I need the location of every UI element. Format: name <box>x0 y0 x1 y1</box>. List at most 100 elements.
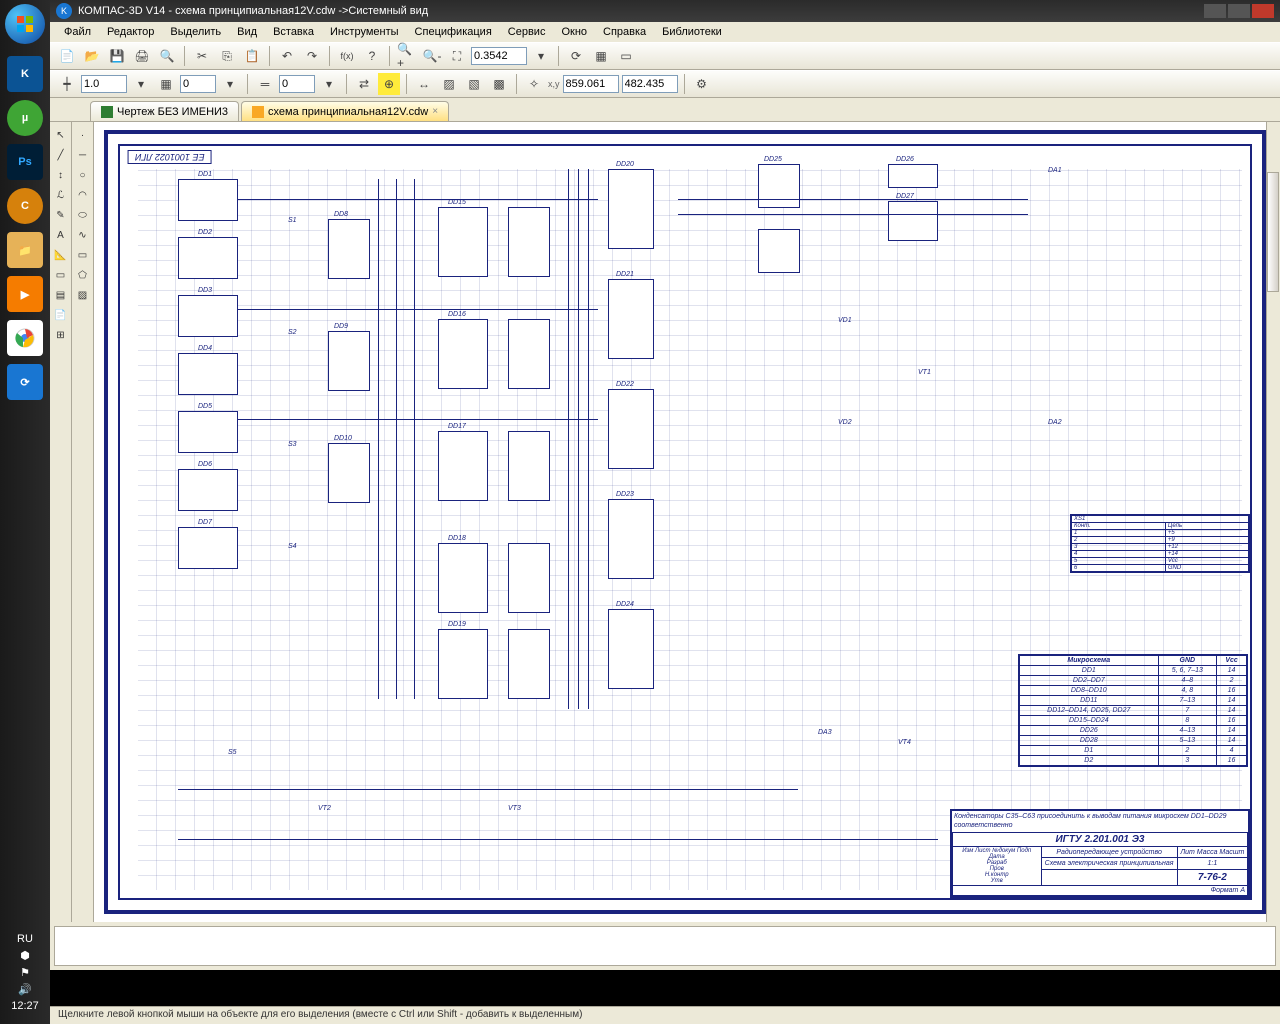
refresh-button[interactable]: ⟳ <box>565 45 587 67</box>
drawing-canvas[interactable]: ЕЕ 1001022 ЛГИ DD1 DD2 DD3 DD4 DD5 DD6 D… <box>94 122 1280 922</box>
style-input[interactable] <box>279 75 315 93</box>
tool-insert[interactable]: ⊞ <box>52 326 70 344</box>
menu-service[interactable]: Сервис <box>502 24 552 40</box>
taskbar-mediaplayer-icon[interactable]: ▶ <box>7 276 43 312</box>
snap-button[interactable]: ┿ <box>56 73 78 95</box>
close-button[interactable] <box>1252 4 1274 18</box>
tool-segment[interactable]: ─ <box>74 146 92 164</box>
menu-view[interactable]: Вид <box>231 24 263 40</box>
scale-dropdown[interactable]: ▾ <box>130 73 152 95</box>
taskbar-ccleaner-icon[interactable]: C <box>7 188 43 224</box>
tool-text[interactable]: ℒ <box>52 186 70 204</box>
menu-file[interactable]: Файл <box>58 24 97 40</box>
step-dropdown[interactable]: ▾ <box>219 73 241 95</box>
maximize-button[interactable] <box>1228 4 1250 18</box>
tab-schematic[interactable]: схема принципиальная12V.cdw × <box>241 101 449 121</box>
tool-report[interactable]: 📄 <box>52 306 70 324</box>
property-panel[interactable] <box>54 926 1276 966</box>
tray-flag-icon[interactable]: ⚑ <box>0 966 50 979</box>
cut-button[interactable]: ✂ <box>191 45 213 67</box>
paste-button[interactable]: 📋 <box>241 45 263 67</box>
hatch2-button[interactable]: ▧ <box>463 73 485 95</box>
snap2-button[interactable]: ⊕ <box>378 73 400 95</box>
taskbar-app-icon[interactable]: ⟳ <box>7 364 43 400</box>
tab-untitled[interactable]: Чертеж БЕЗ ИМЕНИ3 <box>90 101 239 121</box>
menu-spec[interactable]: Спецификация <box>409 24 498 40</box>
menu-insert[interactable]: Вставка <box>267 24 320 40</box>
tool-help-button[interactable]: ? <box>361 45 383 67</box>
tray-nvidia-icon[interactable]: ⬢ <box>0 949 50 962</box>
drawing-frame: ЕЕ 1001022 ЛГИ DD1 DD2 DD3 DD4 DD5 DD6 D… <box>104 130 1266 914</box>
zoom-in-button[interactable]: 🔍+ <box>396 45 418 67</box>
tool-spline[interactable]: ∿ <box>74 226 92 244</box>
hatch-button[interactable]: ▨ <box>438 73 460 95</box>
toolbar-main: 📄 📂 💾 🖨 🔍 ✂ ⎘ 📋 ↶ ↷ f(x) ? 🔍+ 🔍- ⛶ ▾ ⟳ ▦… <box>50 42 1280 70</box>
ic-power-table: МикросхемаGNDVcc DD15, 6, 7–1314 DD2–DD7… <box>1018 654 1248 767</box>
taskbar-kompas-icon[interactable]: K <box>7 56 43 92</box>
taskbar-chrome-icon[interactable] <box>7 320 43 356</box>
tool-edit[interactable]: ✎ <box>52 206 70 224</box>
coord-x-input[interactable] <box>563 75 619 93</box>
style-dropdown[interactable]: ▾ <box>318 73 340 95</box>
taskbar-utorrent-icon[interactable]: µ <box>7 100 43 136</box>
start-button[interactable] <box>5 4 45 44</box>
tool-rect[interactable]: ▭ <box>74 246 92 264</box>
tool-dim[interactable]: ↕ <box>52 166 70 184</box>
menu-help[interactable]: Справка <box>597 24 652 40</box>
zoom-dropdown-icon[interactable]: ▾ <box>530 45 552 67</box>
zoom-out-button[interactable]: 🔍- <box>421 45 443 67</box>
tool-cursor[interactable]: ↖ <box>52 126 70 144</box>
new-button[interactable]: 📄 <box>56 45 78 67</box>
taskbar-photoshop-icon[interactable]: Ps <box>7 144 43 180</box>
menu-tools[interactable]: Инструменты <box>324 24 405 40</box>
menubar: Файл Редактор Выделить Вид Вставка Инстр… <box>50 22 1280 42</box>
minimize-button[interactable] <box>1204 4 1226 18</box>
coord-y-input[interactable] <box>622 75 678 93</box>
tool-arc[interactable]: ◠ <box>74 186 92 204</box>
redo-button[interactable]: ↷ <box>301 45 323 67</box>
tool-measure[interactable]: 📐 <box>52 246 70 264</box>
layers-button[interactable]: ▦ <box>590 45 612 67</box>
taskbar-explorer-icon[interactable]: 📁 <box>7 232 43 268</box>
menu-edit[interactable]: Редактор <box>101 24 160 40</box>
undo-button[interactable]: ↶ <box>276 45 298 67</box>
menu-window[interactable]: Окно <box>555 24 593 40</box>
tool-var-button[interactable]: f(x) <box>336 45 358 67</box>
doc-icon <box>252 106 264 118</box>
language-indicator[interactable]: RU <box>0 933 50 945</box>
status-hint: Щелкните левой кнопкой мыши на объекте д… <box>58 1009 582 1020</box>
preview-button[interactable]: 🔍 <box>156 45 178 67</box>
zoom-fit-button[interactable]: ⛶ <box>446 45 468 67</box>
tool-spec[interactable]: ▤ <box>52 286 70 304</box>
copy-button[interactable]: ⎘ <box>216 45 238 67</box>
clock[interactable]: 12:27 <box>0 1000 50 1012</box>
close-icon[interactable]: × <box>432 106 438 117</box>
linestyle-button[interactable]: ═ <box>254 73 276 95</box>
menu-libs[interactable]: Библиотеки <box>656 24 728 40</box>
tool-polygon[interactable]: ⬠ <box>74 266 92 284</box>
menu-select[interactable]: Выделить <box>164 24 227 40</box>
left-toolbar-2: · ─ ○ ◠ ⬭ ∿ ▭ ⬠ ▨ <box>72 122 94 922</box>
tool-param[interactable]: A <box>52 226 70 244</box>
ortho-button[interactable]: ⇄ <box>353 73 375 95</box>
tool-point[interactable]: · <box>74 126 92 144</box>
print-button[interactable]: 🖨 <box>131 45 153 67</box>
zoom-input[interactable] <box>471 47 527 65</box>
hatch3-button[interactable]: ▩ <box>488 73 510 95</box>
scale-input[interactable] <box>81 75 127 93</box>
tool-ellipse[interactable]: ⬭ <box>74 206 92 224</box>
misc-button[interactable]: ⚙ <box>691 73 713 95</box>
tool-hatch[interactable]: ▨ <box>74 286 92 304</box>
tray-volume-icon[interactable]: 🔊 <box>0 983 50 996</box>
coord-mode-button[interactable]: ✧ <box>523 73 545 95</box>
tool-select[interactable]: ▭ <box>52 266 70 284</box>
tool-line[interactable]: ╱ <box>52 146 70 164</box>
save-button[interactable]: 💾 <box>106 45 128 67</box>
frame-button[interactable]: ▭ <box>615 45 637 67</box>
vertical-scrollbar[interactable] <box>1266 122 1280 922</box>
tool-circle[interactable]: ○ <box>74 166 92 184</box>
grid-button[interactable]: ▦ <box>155 73 177 95</box>
step-input[interactable] <box>180 75 216 93</box>
dim-button[interactable]: ↔ <box>413 73 435 95</box>
open-button[interactable]: 📂 <box>81 45 103 67</box>
